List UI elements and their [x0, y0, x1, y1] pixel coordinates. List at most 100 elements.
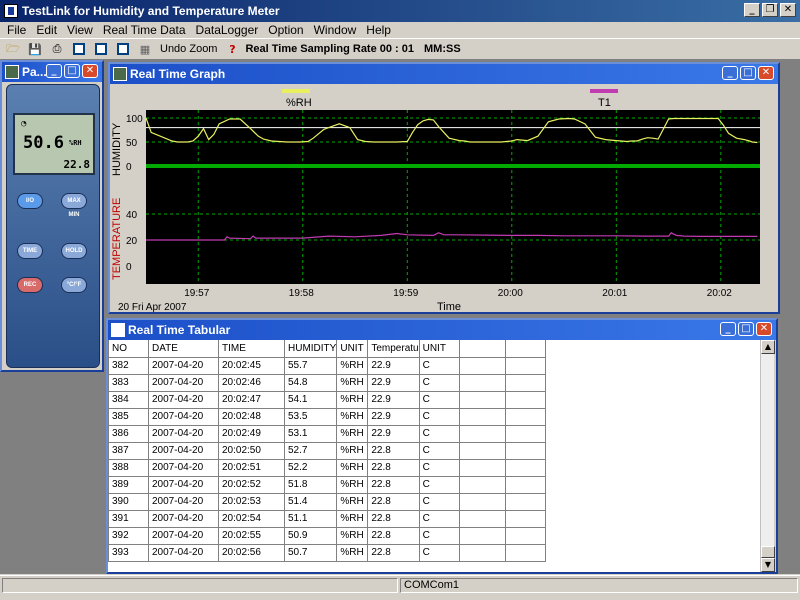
cell-empty-1 — [458, 356, 506, 375]
restore-icon[interactable]: ❐ — [762, 3, 778, 17]
table-row[interactable]: 384 2007-04-20 20:02:47 54.1 %RH 22.9 C — [108, 390, 546, 409]
cell-temperature: 22.8 — [367, 543, 420, 562]
cell-date: 2007-04-20 — [148, 356, 219, 375]
table-viewport: NO DATE TIME HUMIDITY UNIT Temperatu UNI… — [108, 340, 760, 572]
close-icon[interactable]: ✕ — [82, 64, 98, 78]
data-table: NO DATE TIME HUMIDITY UNIT Temperatu UNI… — [108, 340, 546, 562]
sampling-rate-label[interactable]: Real Time Sampling Rate 00 : 01 — [245, 43, 414, 55]
cell-unit: %RH — [336, 441, 369, 460]
plot-area — [146, 110, 760, 284]
cell-time: 20:02:45 — [218, 356, 285, 375]
panel-window-icon — [5, 65, 19, 79]
panel-window: Pa... _ □ ✕ ◔ 50.6 %RH 22.8 I/O MAX MIN … — [0, 60, 104, 372]
help-icon[interactable]: ? — [223, 41, 241, 57]
temperature-tick-label: 0 — [126, 262, 132, 273]
cell-empty-1 — [458, 475, 506, 494]
cell-temperature: 22.8 — [367, 492, 420, 511]
cell-unit-2: C — [418, 407, 460, 426]
table-row[interactable]: 390 2007-04-20 20:02:53 51.4 %RH 22.8 C — [108, 492, 546, 511]
minimize-icon[interactable]: _ — [722, 66, 738, 80]
cell-humidity: 51.1 — [283, 509, 338, 528]
col-header-date[interactable]: DATE — [148, 340, 219, 358]
menu-edit[interactable]: Edit — [31, 22, 62, 38]
time-button[interactable]: TIME — [17, 243, 43, 259]
table-row[interactable]: 382 2007-04-20 20:02:45 55.7 %RH 22.9 C — [108, 356, 546, 375]
scroll-thumb[interactable] — [761, 546, 775, 558]
maximize-icon[interactable]: □ — [740, 66, 756, 80]
table-row[interactable]: 387 2007-04-20 20:02:50 52.7 %RH 22.8 C — [108, 441, 546, 460]
tabular-window-icon — [111, 323, 125, 337]
cell-date: 2007-04-20 — [148, 441, 219, 460]
record-stop-icon[interactable] — [114, 41, 132, 57]
close-icon[interactable]: ✕ — [780, 3, 796, 17]
menu-real-time-data[interactable]: Real Time Data — [98, 22, 191, 38]
save-icon[interactable]: 💾 — [26, 41, 44, 57]
col-header-temperature[interactable]: Temperatu — [367, 340, 420, 358]
power-button[interactable]: I/O — [17, 193, 43, 209]
table-row[interactable]: 393 2007-04-20 20:02:56 50.7 %RH 22.8 C — [108, 543, 546, 562]
col-header-time[interactable]: TIME — [218, 340, 285, 358]
hold-button[interactable]: HOLD — [61, 243, 87, 259]
cell-empty-1 — [458, 390, 506, 409]
graph-window-titlebar[interactable]: Real Time Graph _ □ ✕ — [110, 64, 778, 84]
menu-option[interactable]: Option — [263, 22, 308, 38]
col-header-humidity[interactable]: HUMIDITY — [283, 340, 338, 358]
cell-time: 20:02:54 — [218, 509, 285, 528]
zoom-icon[interactable]: ▦ — [136, 41, 154, 57]
menu-view[interactable]: View — [62, 22, 98, 38]
maximize-icon[interactable]: □ — [64, 64, 80, 78]
temperature-tick-label: 40 — [126, 210, 138, 221]
scroll-down-icon[interactable]: ▼ — [761, 558, 775, 572]
menu-help[interactable]: Help — [361, 22, 396, 38]
rec-button[interactable]: REC — [17, 277, 43, 293]
minimize-icon[interactable]: _ — [744, 3, 760, 17]
panel-window-titlebar[interactable]: Pa... _ □ ✕ — [2, 62, 102, 82]
print-icon[interactable]: ⎙ — [48, 41, 66, 57]
maximize-icon[interactable]: □ — [738, 322, 754, 336]
maxmin-button[interactable]: MAX MIN — [61, 193, 87, 218]
legend-rh-swatch — [282, 89, 310, 93]
table-row[interactable]: 388 2007-04-20 20:02:51 52.2 %RH 22.8 C — [108, 458, 546, 477]
table-row[interactable]: 391 2007-04-20 20:02:54 51.1 %RH 22.8 C — [108, 509, 546, 528]
cell-date: 2007-04-20 — [148, 373, 219, 392]
cell-humidity: 52.7 — [283, 441, 338, 460]
cf-button[interactable]: °C/°F — [61, 277, 87, 293]
lcd-temperature-value: 22.8 — [63, 158, 91, 171]
minimize-icon[interactable]: _ — [46, 64, 62, 78]
record-pause-icon[interactable] — [92, 41, 110, 57]
col-header-empty-2[interactable] — [504, 340, 546, 358]
tabular-window-titlebar[interactable]: Real Time Tabular _ □ ✕ — [108, 320, 776, 340]
scroll-up-icon[interactable]: ▲ — [761, 340, 775, 354]
col-header-empty-1[interactable] — [458, 340, 506, 358]
table-vertical-scrollbar[interactable]: ▲ ▼ — [760, 340, 775, 572]
cell-temperature: 22.9 — [367, 390, 420, 409]
menu-file[interactable]: File — [2, 22, 31, 38]
col-header-no[interactable]: NO — [108, 340, 149, 358]
menu-datalogger[interactable]: DataLogger — [191, 22, 264, 38]
cell-temperature: 22.9 — [367, 424, 420, 443]
minimize-icon[interactable]: _ — [720, 322, 736, 336]
humidity-temperature-chart[interactable]: %RH T1 19:57 19:58 19:59 20:00 20:01 20:02 100… — [110, 84, 778, 312]
menu-window[interactable]: Window — [309, 22, 362, 38]
app-titlebar: TestLink for Humidity and Temperature Me… — [0, 0, 800, 22]
table-row[interactable]: 386 2007-04-20 20:02:49 53.1 %RH 22.9 C — [108, 424, 546, 443]
cell-no: 387 — [108, 441, 149, 460]
table-row[interactable]: 383 2007-04-20 20:02:46 54.8 %RH 22.9 C — [108, 373, 546, 392]
x-tick-label: 19:57 — [184, 288, 209, 299]
open-folder-icon[interactable]: 🗁 — [4, 41, 22, 57]
undo-zoom-button[interactable]: Undo Zoom — [158, 43, 219, 55]
app-title: TestLink for Humidity and Temperature Me… — [22, 4, 280, 18]
tabular-window: Real Time Tabular _ □ ✕ NO DATE TIME HUM… — [106, 318, 778, 574]
table-row[interactable]: 385 2007-04-20 20:02:48 53.5 %RH 22.9 C — [108, 407, 546, 426]
cell-unit-2: C — [418, 509, 460, 528]
status-port: COMCom1 — [400, 578, 798, 593]
col-header-unit[interactable]: UNIT — [336, 340, 369, 358]
table-row[interactable]: 392 2007-04-20 20:02:55 50.9 %RH 22.8 C — [108, 526, 546, 545]
cell-time: 20:02:52 — [218, 475, 285, 494]
close-icon[interactable]: ✕ — [756, 322, 772, 336]
record-start-icon[interactable] — [70, 41, 88, 57]
col-header-unit-2[interactable]: UNIT — [418, 340, 460, 358]
temperature-axis-label: TEMPERATURE — [111, 198, 123, 280]
table-row[interactable]: 389 2007-04-20 20:02:52 51.8 %RH 22.8 C — [108, 475, 546, 494]
close-icon[interactable]: ✕ — [758, 66, 774, 80]
